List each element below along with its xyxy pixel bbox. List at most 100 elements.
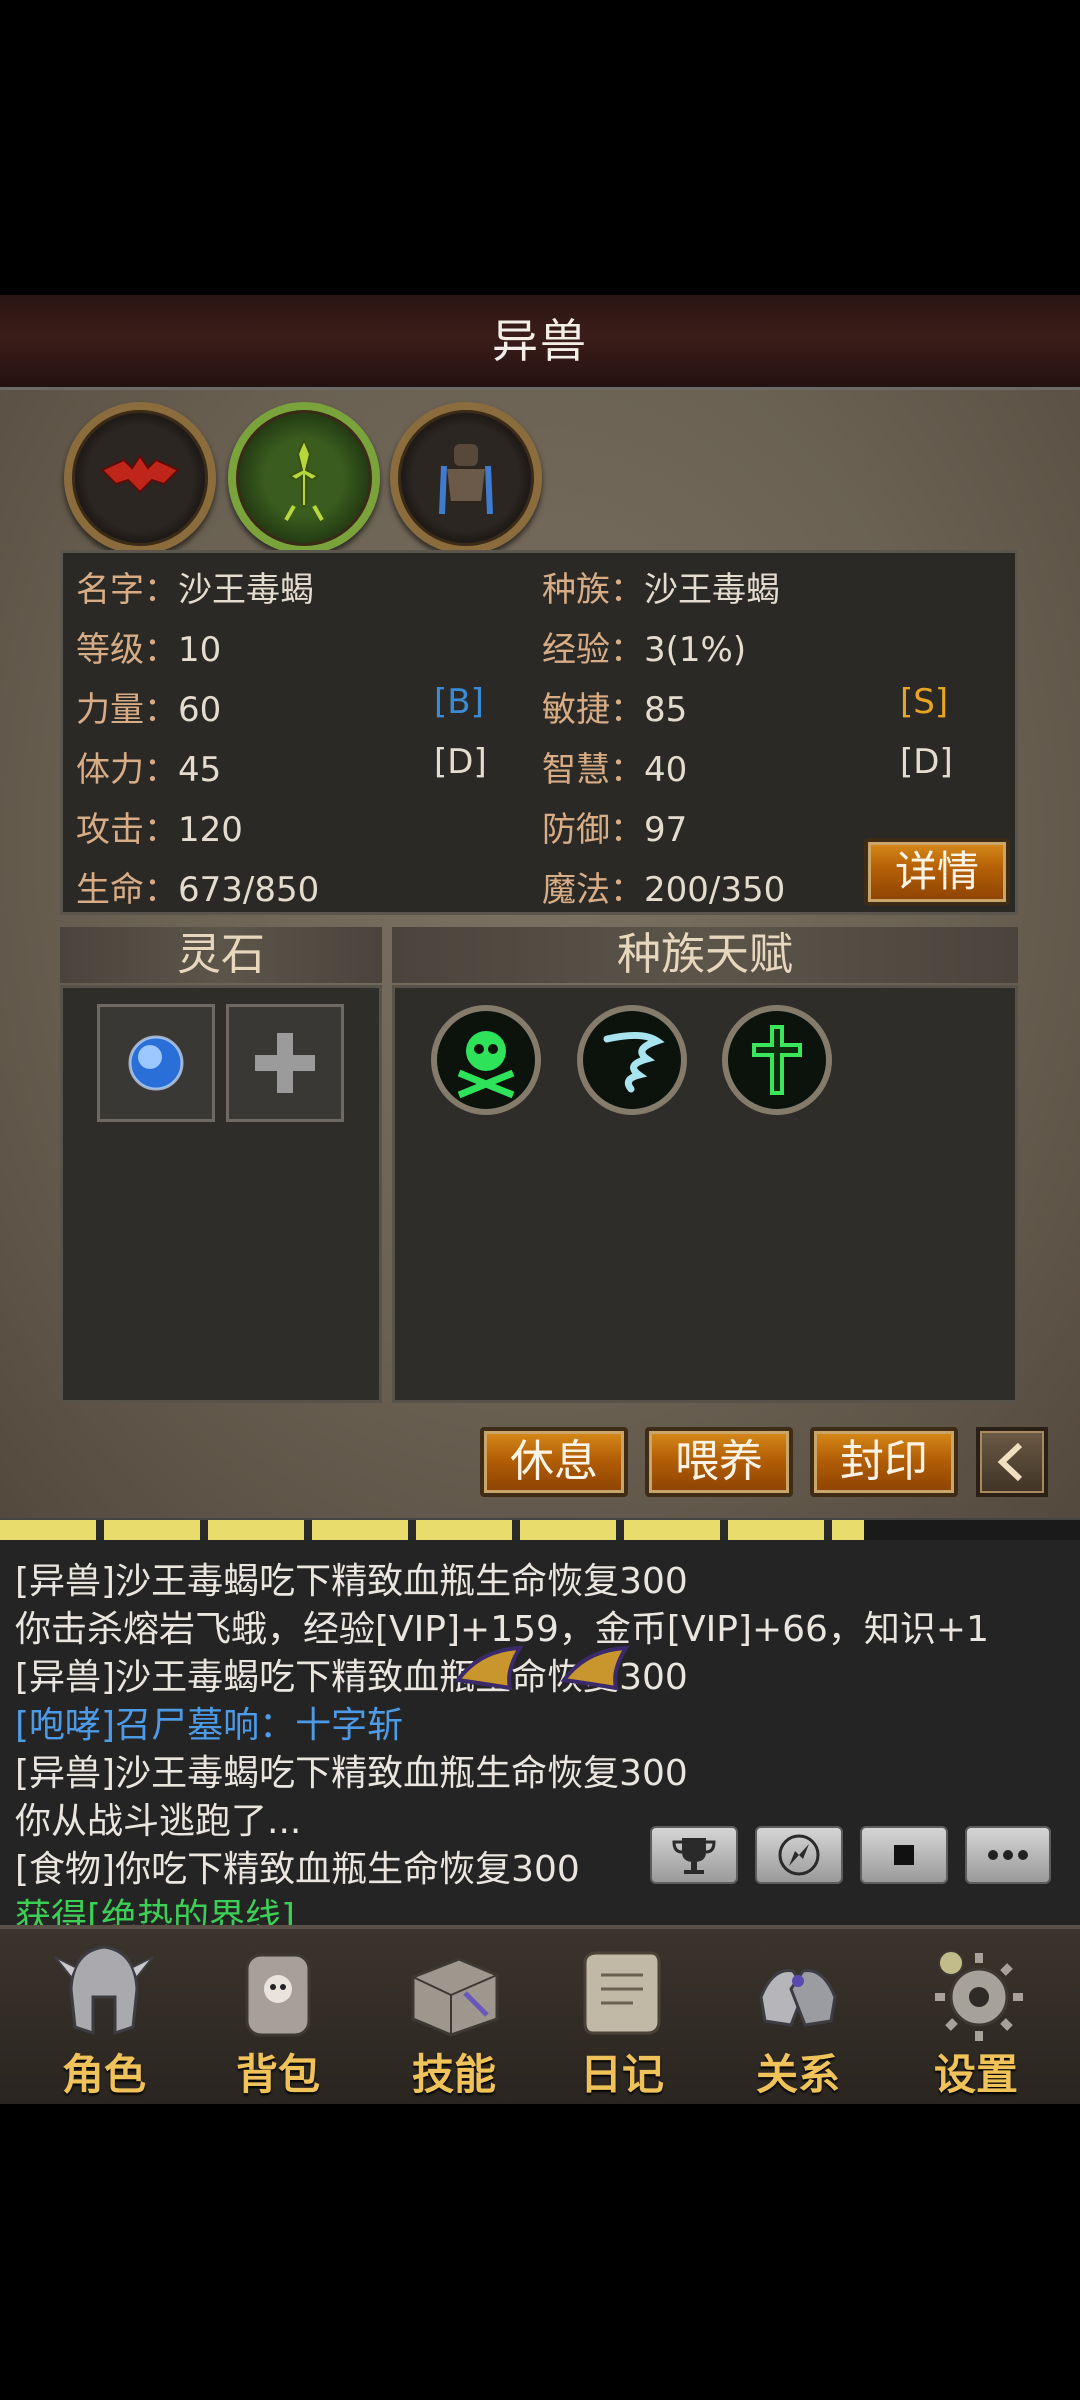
nav-relations[interactable]: 关系 xyxy=(718,1929,878,2104)
trophy-icon xyxy=(672,1838,716,1874)
spirit-stone-header: 灵石 xyxy=(60,927,382,983)
level-label: 等级： xyxy=(76,630,178,670)
compass-button[interactable] xyxy=(755,1826,843,1884)
pet-slot-1[interactable] xyxy=(64,402,216,554)
compass-icon xyxy=(778,1834,820,1876)
vit-value: 45 xyxy=(178,750,222,790)
seal-button[interactable]: 封印 xyxy=(810,1427,958,1497)
talent-holy[interactable] xyxy=(722,1005,832,1115)
level-value: 10 xyxy=(178,630,222,670)
stat-row-vit: 体力：45 xyxy=(76,742,221,791)
nav-label: 关系 xyxy=(755,2050,840,2099)
talent-poison[interactable] xyxy=(431,1005,541,1115)
vit-label: 体力： xyxy=(76,750,178,790)
feed-button[interactable]: 喂养 xyxy=(645,1427,793,1497)
exp-label: 经验： xyxy=(542,630,644,670)
scroll-icon xyxy=(583,1951,661,2035)
atk-value: 120 xyxy=(178,810,243,850)
stat-row-level: 等级：10 xyxy=(76,622,221,671)
pet-slot-2[interactable] xyxy=(228,402,380,554)
nav-diary[interactable]: 日记 xyxy=(542,1929,702,2104)
skull-crossbones-icon xyxy=(457,1031,515,1099)
def-value: 97 xyxy=(644,810,688,850)
nav-role[interactable]: 角色 xyxy=(24,1929,184,2104)
exp-value: 3(1%) xyxy=(644,630,747,670)
stat-row-atk: 攻击：120 xyxy=(76,802,243,851)
stat-row-race: 种族：沙王毒蝎 xyxy=(542,562,780,611)
chat-icon xyxy=(988,1850,1028,1860)
race-talent-header: 种族天赋 xyxy=(392,927,1018,983)
pet-slot-3[interactable] xyxy=(390,402,542,554)
str-grade: [B] xyxy=(434,682,484,722)
int-label: 智慧： xyxy=(542,750,644,790)
nav-skills[interactable]: 技能 xyxy=(374,1929,534,2104)
back-button[interactable] xyxy=(976,1427,1048,1497)
chevron-left-icon xyxy=(997,1442,1023,1482)
agi-grade: [S] xyxy=(900,682,949,722)
rest-button[interactable]: 休息 xyxy=(480,1427,628,1497)
gear-icon xyxy=(935,1950,1023,2041)
stat-row-hp: 生命：673/850 xyxy=(76,862,319,911)
stat-row-int: 智慧：40 xyxy=(542,742,687,791)
hp-label: 生命： xyxy=(76,870,178,910)
talent-wind[interactable] xyxy=(577,1005,687,1115)
cross-icon xyxy=(752,1025,802,1095)
str-label: 力量： xyxy=(76,690,178,730)
nav-settings[interactable]: 设置 xyxy=(896,1929,1056,2104)
stat-row-exp: 经验：3(1%) xyxy=(542,622,746,671)
nav-backpack[interactable]: 背包 xyxy=(198,1929,358,2104)
chat-button[interactable] xyxy=(965,1826,1051,1884)
blue-orb-icon xyxy=(128,1035,184,1091)
plus-icon xyxy=(255,1033,315,1093)
blue-armored-icon xyxy=(439,444,493,515)
red-bat-icon xyxy=(100,454,180,494)
stop-button[interactable] xyxy=(860,1826,948,1884)
int-value: 40 xyxy=(644,750,688,790)
stat-row-def: 防御：97 xyxy=(542,802,687,851)
tornado-icon xyxy=(603,1032,665,1093)
nav-label: 技能 xyxy=(411,2050,496,2099)
race-label: 种族： xyxy=(542,570,644,610)
nav-label: 角色 xyxy=(61,2050,146,2099)
skill-book-icon xyxy=(411,1957,499,2037)
vit-grade: [D] xyxy=(434,742,487,782)
nav-label: 设置 xyxy=(933,2050,1018,2099)
hp-value: 673/850 xyxy=(178,870,320,910)
progress-fill xyxy=(0,1520,864,1540)
gauntlet-icon xyxy=(759,1969,837,2027)
green-mantis-icon xyxy=(284,437,324,521)
helmet-icon xyxy=(54,1945,154,2036)
log-line: [咆哮]召尸墓响：十字斩 xyxy=(15,1705,404,1746)
stat-row-mp: 魔法：200/350 xyxy=(542,862,785,911)
title-bar: 异兽 xyxy=(0,295,1080,391)
nav-label: 日记 xyxy=(579,2050,664,2099)
def-label: 防御： xyxy=(542,810,644,850)
page-title: 异兽 xyxy=(492,314,588,368)
details-button[interactable]: 详情 xyxy=(864,838,1010,906)
stat-row-str: 力量：60 xyxy=(76,682,221,731)
nav-label: 背包 xyxy=(235,2050,320,2099)
trophy-button[interactable] xyxy=(650,1826,738,1884)
str-value: 60 xyxy=(178,690,222,730)
log-line: [异兽]沙王毒蝎吃下精致血瓶生命恢复300 xyxy=(15,1753,688,1794)
log-line: 你从战斗逃跑了... xyxy=(15,1801,302,1842)
mp-value: 200/350 xyxy=(644,870,786,910)
message-log[interactable]: [异兽]沙王毒蝎吃下精致血瓶生命恢复300 你击杀熔岩飞蛾，经验[VIP]+15… xyxy=(0,1540,1080,1925)
horn-icon xyxy=(560,1645,630,1691)
stat-row-agi: 敏捷：85 xyxy=(542,682,687,731)
stat-row-name: 名字：沙王毒蝎 xyxy=(76,562,314,611)
agi-label: 敏捷： xyxy=(542,690,644,730)
int-grade: [D] xyxy=(900,742,953,782)
stop-icon xyxy=(894,1845,914,1865)
mp-label: 魔法： xyxy=(542,870,644,910)
spirit-stone-slot-2[interactable] xyxy=(226,1004,344,1122)
backpack-icon xyxy=(245,1953,311,2037)
bottom-nav: 角色 背包 技能 日记 关系 设置 xyxy=(0,1925,1080,2104)
log-line: [食物]你吃下精致血瓶生命恢复300 xyxy=(15,1849,580,1890)
atk-label: 攻击： xyxy=(76,810,178,850)
agi-value: 85 xyxy=(644,690,688,730)
horn-icon xyxy=(454,1645,524,1691)
progress-bar xyxy=(0,1518,1080,1540)
spirit-stone-slot-1[interactable] xyxy=(97,1004,215,1122)
log-line: [异兽]沙王毒蝎吃下精致血瓶生命恢复300 xyxy=(15,1561,688,1602)
